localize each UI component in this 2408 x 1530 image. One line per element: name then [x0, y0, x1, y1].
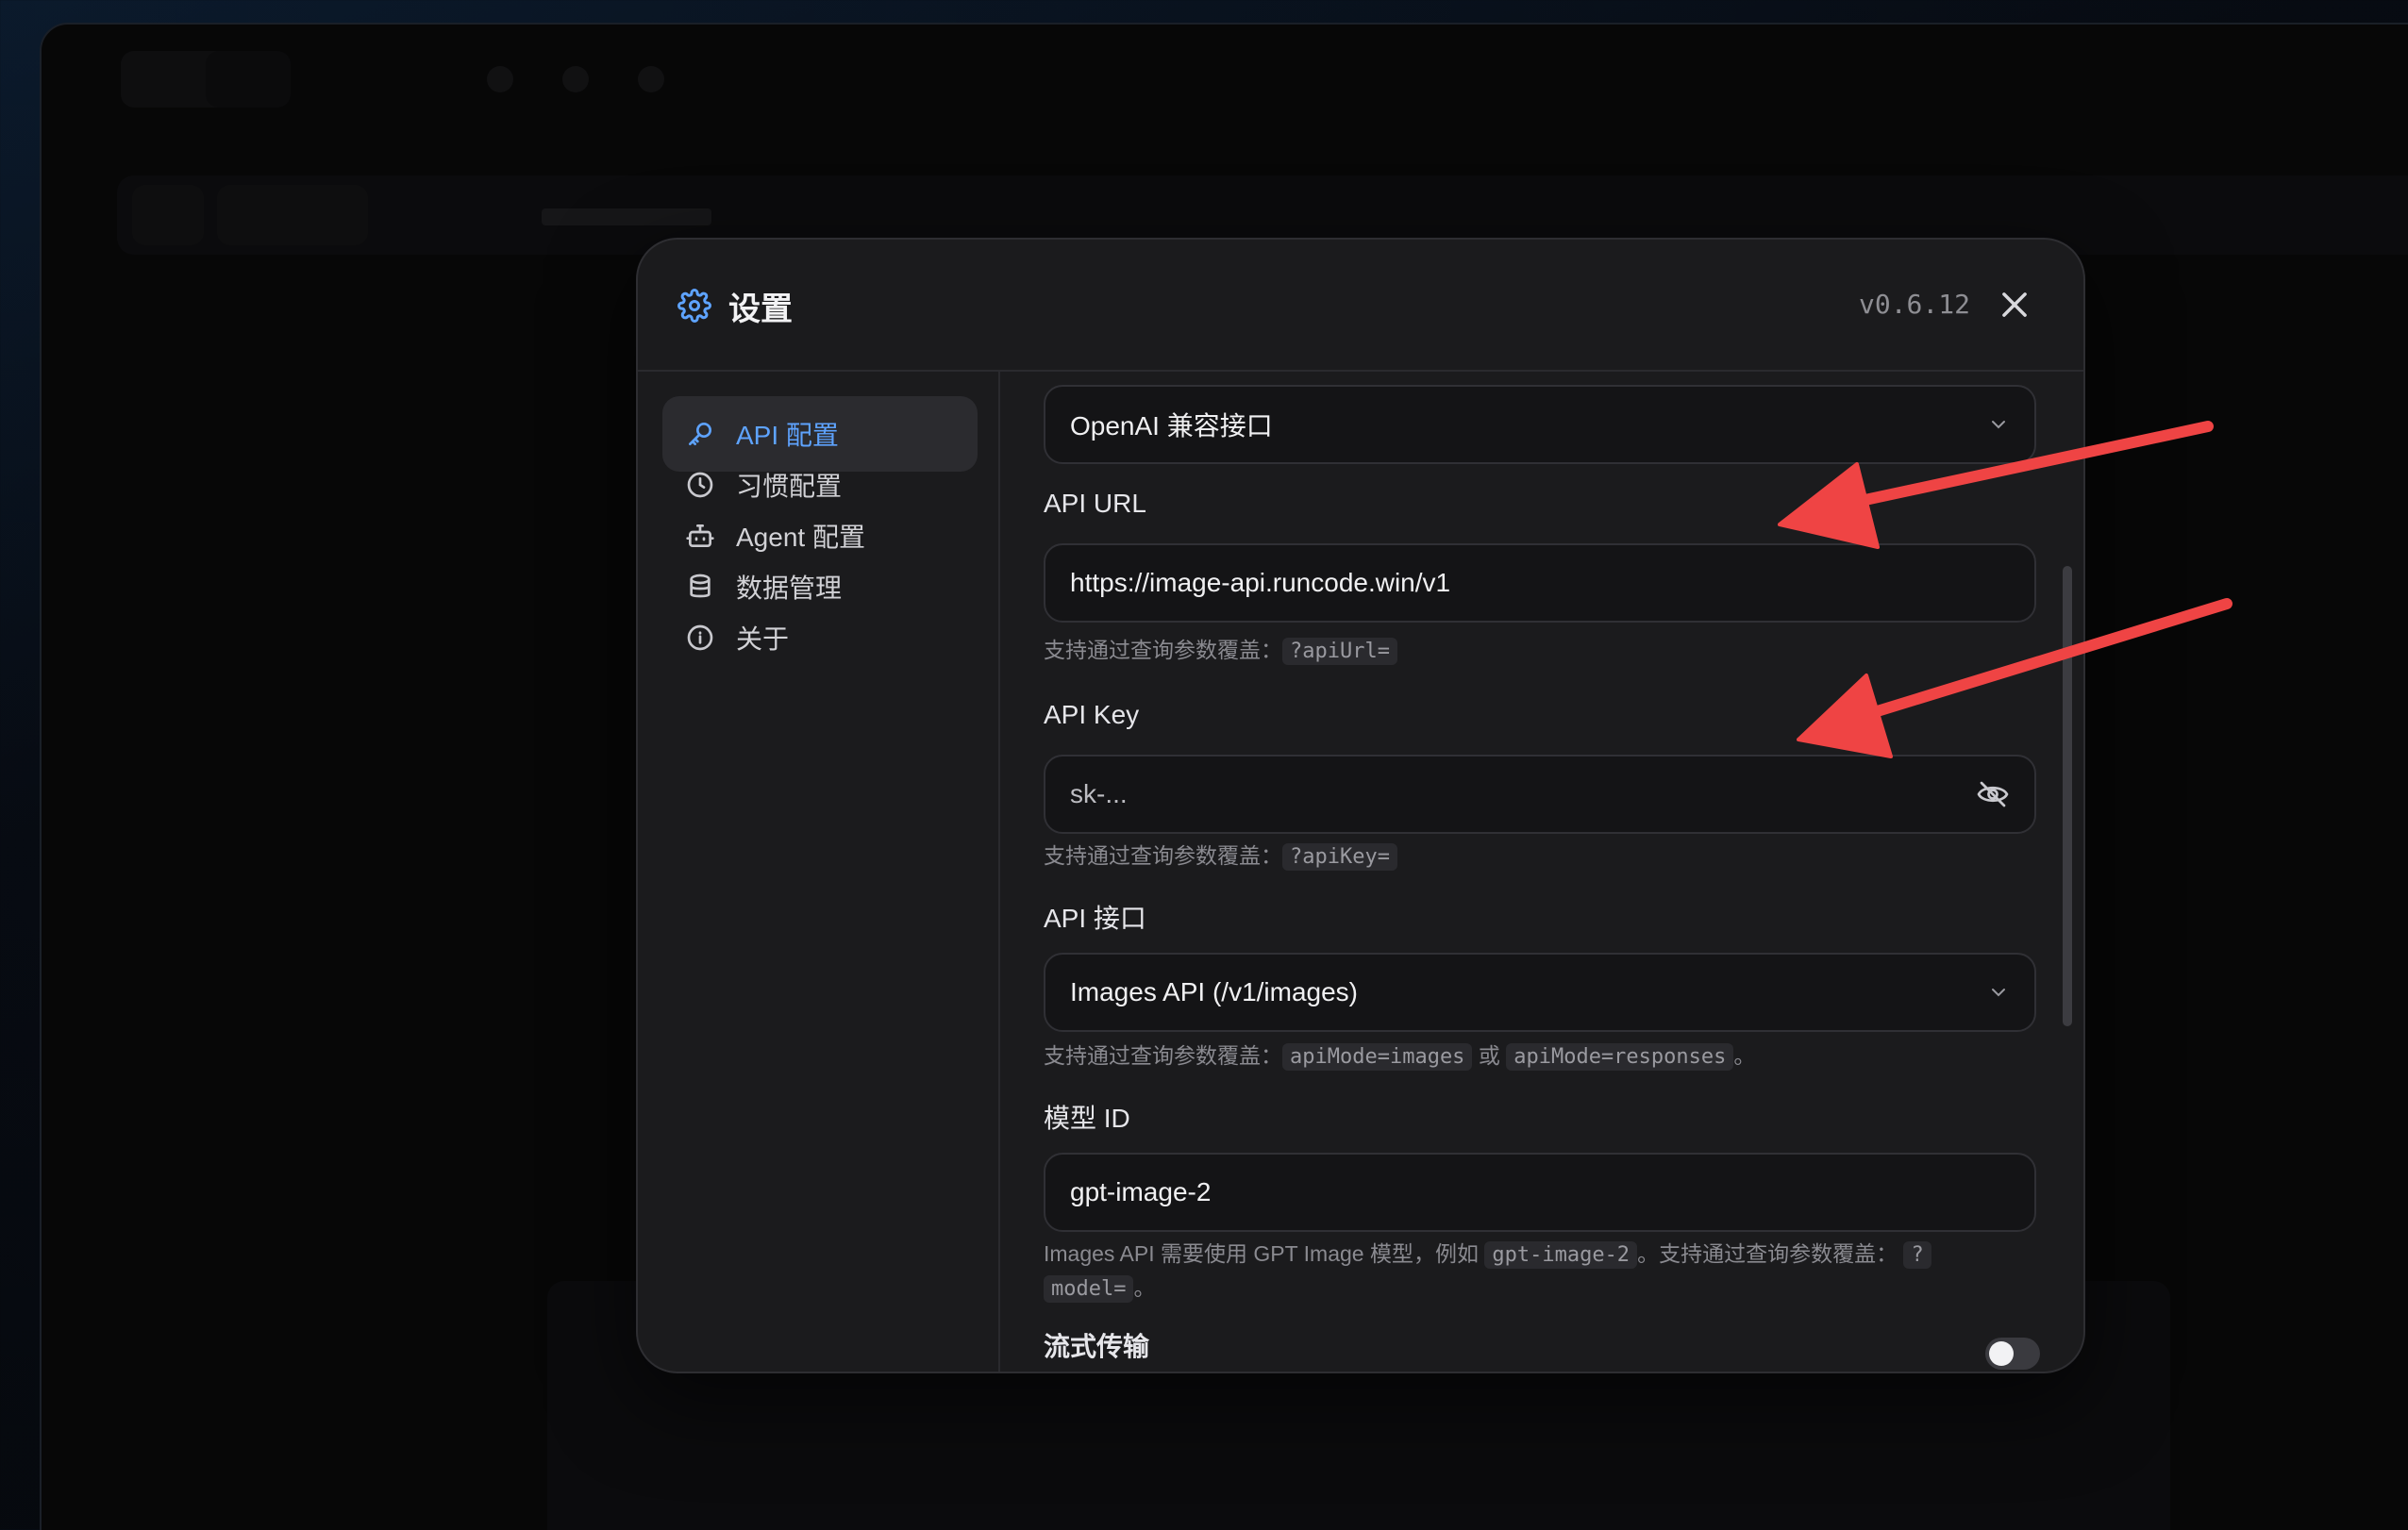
hint-text: 支持通过查询参数覆盖：	[1044, 638, 1282, 662]
version-label: v0.6.12	[1858, 289, 1970, 320]
api-url-input[interactable]: https://image-api.runcode.win/v1	[1044, 543, 2036, 623]
clock-icon	[687, 472, 713, 498]
bot-icon	[686, 524, 714, 547]
toggle-knob	[1989, 1341, 2014, 1366]
hint-text: Images API 需要使用 GPT Image 模型，例如	[1044, 1241, 1479, 1266]
streaming-label: 流式传输	[1044, 1332, 1150, 1361]
info-icon	[687, 624, 713, 651]
hint-code: ?apiUrl=	[1282, 638, 1397, 665]
hint-text: 支持通过查询参数覆盖：	[1044, 843, 1282, 868]
chevron-down-icon	[1992, 989, 2005, 997]
model-id-input[interactable]: gpt-image-2	[1044, 1153, 2036, 1232]
hint-end: 。	[1133, 1275, 1156, 1300]
content-scrollbar[interactable]	[2063, 566, 2072, 1026]
chevron-down-icon	[1992, 421, 2005, 429]
key-icon	[689, 423, 711, 445]
modal-title: 设置	[728, 291, 793, 327]
api-key-input[interactable]: sk-...	[1044, 755, 2036, 834]
hint-code: gpt-image-2	[1484, 1241, 1638, 1269]
api-url-label: API URL	[1044, 489, 1146, 518]
close-icon[interactable]	[1997, 287, 2032, 323]
hint-code: ?	[1903, 1241, 1931, 1269]
provider-value: OpenAI 兼容接口	[1070, 411, 1273, 441]
sidebar-item-about[interactable]: 关于	[662, 600, 978, 675]
api-key-placeholder: sk-...	[1070, 779, 1128, 808]
hint-code: apiMode=responses	[1506, 1043, 1734, 1071]
hint-or: 或	[1478, 1043, 1500, 1068]
eye-off-icon[interactable]	[1976, 777, 2010, 811]
settings-content: OpenAI 兼容接口 API URL https://image-api.ru…	[1002, 372, 2083, 1372]
api-mode-value: Images API (/v1/images)	[1070, 977, 1359, 1006]
settings-sidebar: API 配置 习惯配置 Agent 配置 数据管理 关于	[638, 372, 1000, 1372]
api-mode-hint: 支持通过查询参数覆盖： apiMode=images 或 apiMode=resp…	[1044, 1039, 2044, 1073]
api-url-hint: 支持通过查询参数覆盖： ?apiUrl=	[1044, 634, 2044, 668]
modal-header: 设置 v0.6.12	[638, 240, 2083, 372]
sidebar-item-label: 关于	[736, 624, 790, 654]
settings-modal: 设置 v0.6.12 API 配置 习惯配置 Agent 配置 数据管理 关于 …	[636, 238, 2085, 1373]
model-id-value: gpt-image-2	[1070, 1177, 1212, 1206]
database-icon	[690, 574, 711, 598]
model-id-label: 模型 ID	[1044, 1104, 1130, 1133]
streaming-toggle[interactable]	[1985, 1338, 2040, 1370]
provider-select[interactable]: OpenAI 兼容接口	[1044, 385, 2036, 464]
api-key-label: API Key	[1044, 700, 1140, 729]
hint-code: model=	[1044, 1275, 1134, 1303]
model-id-hint: Images API 需要使用 GPT Image 模型，例如 gpt-imag…	[1044, 1238, 2044, 1305]
api-mode-label: API 接口	[1044, 904, 1146, 933]
hint-text: 支持通过查询参数覆盖：	[1044, 1043, 1282, 1068]
gear-icon	[677, 289, 711, 323]
hint-end: 。	[1733, 1043, 1756, 1068]
hint-text: 。支持通过查询参数覆盖：	[1637, 1241, 1898, 1266]
api-url-value: https://image-api.runcode.win/v1	[1070, 568, 1451, 597]
hint-code: ?apiKey=	[1282, 843, 1397, 871]
api-mode-select[interactable]: Images API (/v1/images)	[1044, 953, 2036, 1032]
api-key-hint: 支持通过查询参数覆盖： ?apiKey=	[1044, 840, 2044, 873]
hint-code: apiMode=images	[1282, 1043, 1473, 1071]
